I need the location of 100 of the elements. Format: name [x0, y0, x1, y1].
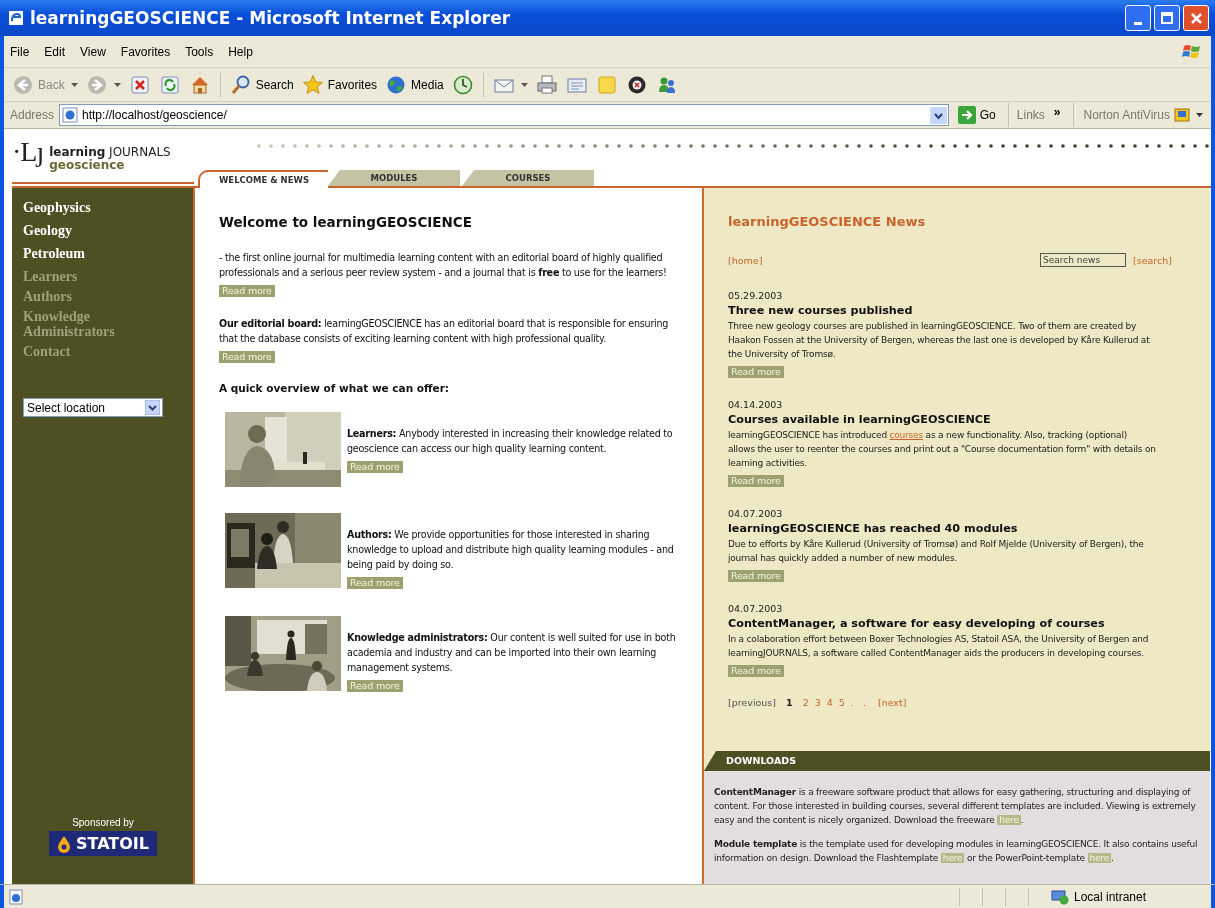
- news-title: learningGEOSCIENCE has reached 40 modules: [728, 521, 1019, 537]
- news-heading: learningGEOSCIENCE News: [728, 214, 927, 229]
- inline-link[interactable]: courses: [889, 430, 923, 440]
- printer-icon: [535, 73, 558, 96]
- location-select[interactable]: Select location: [23, 398, 163, 417]
- address-label: Address: [10, 108, 55, 122]
- sponsor-name: STATOIL: [76, 834, 149, 853]
- toolbar-button[interactable]: Favorites: [299, 70, 380, 99]
- toolbar-button[interactable]: Back: [10, 70, 80, 99]
- overview-heading: A quick overview of what we can offer:: [219, 382, 451, 394]
- offer-text: Authors: We provide opportunities for those interested in sharing knowledge to upload and distribute high quality learning modules - and being paid by doing so.: [347, 528, 675, 572]
- url-text: http://localhost/geoscience/: [82, 108, 227, 122]
- logo-mark: ·Lȷ: [12, 138, 44, 166]
- drop-icon: [57, 834, 71, 853]
- news-text: Due to efforts by Kåre Kullerud (University of Tromsø) and Rolf Mjelde (University of Bergen), the journal has quickly added a number of new modules.: [728, 538, 1145, 565]
- read-more-link[interactable]: Read more: [728, 366, 784, 378]
- page-icon: [62, 107, 79, 123]
- shield-icon: [1174, 107, 1190, 123]
- read-more-link[interactable]: Read more: [347, 461, 403, 473]
- page-link[interactable]: 4: [826, 697, 833, 708]
- news-title: Three new courses published: [728, 303, 914, 319]
- caret-icon: [520, 82, 528, 87]
- menu-item[interactable]: Edit: [44, 44, 66, 59]
- toolbar-button[interactable]: Media: [383, 70, 446, 99]
- intro-text: Our editorial board: learningGEOSCIENCE has an editorial board that is responsible for ensuring that the database consists of exciting learning content with high professional quality.: [219, 317, 670, 346]
- news-title: ContentManager, a software for easy developing of courses: [728, 616, 1106, 632]
- page-link[interactable]: 2: [802, 697, 809, 708]
- download-link[interactable]: here: [1087, 853, 1111, 863]
- sidebar-link[interactable]: Geophysics: [23, 200, 133, 215]
- intro-text: - the first online journal for multimedia learning content with an editorial board of highly qualified professionals and a serious peer review system - and a journal that is free to use for the learners!: [219, 251, 668, 280]
- news-text: learningGEOSCIENCE has introduced courses as a new functionality. Also, tracking (optional) allows the user to reenter the courses and print out a "Course documentation form" with details on learning activities.: [728, 429, 1157, 470]
- news-date: 04.07.2003: [728, 602, 784, 616]
- sidebar-link[interactable]: Geology: [23, 223, 133, 238]
- menu-item[interactable]: Favorites: [120, 44, 171, 59]
- refresh-icon: [158, 73, 181, 96]
- offer-text: Learners: Anybody interested in increasing their knowledge related to geoscience can access our high quality learning content.: [347, 427, 674, 456]
- close-button[interactable]: [1183, 5, 1209, 31]
- section-header: DOWNLOADS: [704, 751, 1210, 771]
- page-link[interactable]: 5: [838, 697, 845, 708]
- tab[interactable]: COURSES: [462, 170, 594, 186]
- read-more-link[interactable]: Read more: [728, 570, 784, 582]
- search-link[interactable]: [search]: [1133, 254, 1172, 266]
- search-field[interactable]: Search news: [1040, 253, 1126, 267]
- tab[interactable]: WELCOME & NEWS: [198, 170, 328, 188]
- sponsor-caption: Sponsored by: [72, 817, 134, 828]
- menu-item[interactable]: Tools: [185, 44, 214, 59]
- page-icon: [8, 888, 24, 905]
- caret-icon: [70, 82, 78, 87]
- read-more-link[interactable]: Read more: [219, 285, 275, 297]
- download-link[interactable]: here: [940, 853, 965, 863]
- read-more-link[interactable]: Read more: [219, 351, 275, 363]
- sidebar-link[interactable]: Learners: [23, 269, 133, 284]
- network-icon: [1051, 888, 1069, 905]
- browser-icon: [8, 10, 24, 26]
- previous-link[interactable]: [previous]: [728, 697, 777, 708]
- home-link[interactable]: [home]: [728, 254, 763, 266]
- page-link[interactable]: 3: [814, 697, 821, 708]
- search-icon: [229, 73, 252, 96]
- norton-button[interactable]: Norton AntiVirus: [1081, 107, 1205, 123]
- welcome-heading: Welcome to learningGEOSCIENCE: [219, 214, 473, 230]
- sidebar-link[interactable]: Authors: [23, 289, 133, 304]
- address-field[interactable]: http://localhost/geoscience/: [59, 104, 949, 126]
- logo-subtitle: geoscience: [49, 159, 125, 172]
- read-more-link[interactable]: Read more: [728, 665, 784, 677]
- downloads-text: Module template is the template used for developing modules in learningGEOSCIENCE. It also contains useful information on design. Download the Flashtemplate here or the PowerPoint-template here .: [714, 838, 1199, 865]
- dropdown-arrow-icon: [145, 400, 160, 415]
- news-text: Three new geology courses are published in learningGEOSCIENCE. Two of them are created by Haakon Fossen at the University of Bergen, whereas the last one is developed by Kåre Kullerud at the University of Tromsø.: [728, 320, 1151, 361]
- stop-icon: [128, 73, 151, 96]
- note-icon: [595, 73, 618, 96]
- menu-item[interactable]: View: [80, 44, 106, 59]
- download-link[interactable]: here: [997, 815, 1021, 825]
- page-link[interactable]: 1: [786, 697, 793, 708]
- sidebar-link[interactable]: Knowledge Administrators: [23, 309, 133, 339]
- menu-item[interactable]: Help: [228, 44, 253, 59]
- toolbar-button[interactable]: Search: [227, 70, 296, 99]
- window-title: learningGEOSCIENCE - Microsoft Internet Explorer: [30, 8, 512, 28]
- next-link[interactable]: [next]: [877, 697, 907, 708]
- read-more-link[interactable]: Read more: [728, 475, 784, 487]
- zone-label: Local intranet: [1074, 889, 1147, 904]
- read-more-link[interactable]: Read more: [347, 577, 403, 589]
- offer-text: Knowledge administrators: Our content is well suited for use in both academia and industry and can be imported into their own learning management systems.: [347, 631, 677, 675]
- ellipsis-text: . .: [850, 697, 866, 708]
- arrow-icon: [957, 106, 976, 124]
- sidebar-link[interactable]: Contact: [23, 344, 133, 359]
- news-title: Courses available in learningGEOSCIENCE: [728, 412, 992, 428]
- caret-icon: [113, 82, 121, 87]
- downloads-text: ContentManager is a freeware software product that allows for easy gathering, structuring and displaying of content. For those interested in building courses, several different templates are included. Viewing is extremely easy and the content is nicely organized. Download the freeware here .: [714, 786, 1197, 827]
- minimize-button[interactable]: [1125, 5, 1151, 31]
- news-date: 04.14.2003: [728, 398, 784, 412]
- star-icon: [301, 73, 324, 96]
- go-button[interactable]: Go: [953, 106, 1000, 124]
- read-more-link[interactable]: Read more: [347, 680, 403, 692]
- logo-title: learning JOURNALS: [49, 145, 171, 159]
- news-text: In a colaboration effort between Boxer Technologies AS, Statoil ASA, the University of Bergen and learningJOURNALS, a software called ContentManager aids the producers in developing courses.: [728, 633, 1150, 660]
- more-button[interactable]: »: [1049, 105, 1065, 119]
- history-icon: [451, 73, 474, 96]
- maximize-button[interactable]: [1154, 5, 1180, 31]
- sidebar-link[interactable]: Petroleum: [23, 246, 133, 261]
- menu-item[interactable]: File: [10, 44, 30, 59]
- tab[interactable]: MODULES: [328, 170, 460, 186]
